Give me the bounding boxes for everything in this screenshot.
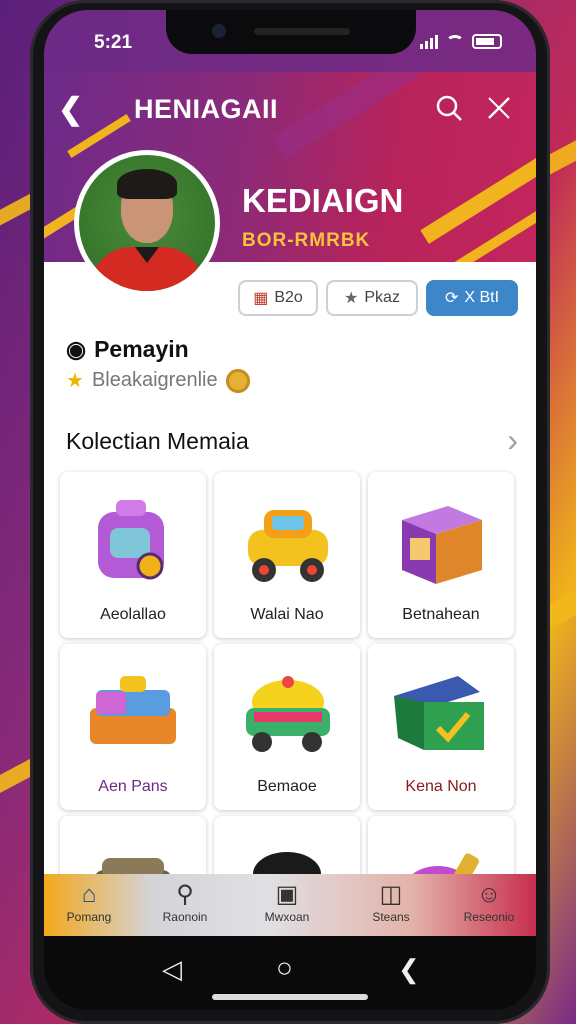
home-circle-icon[interactable]: ○	[276, 952, 293, 984]
search-icon[interactable]	[434, 94, 464, 124]
page-title: HENIAGAII	[134, 94, 279, 124]
camera-icon: ▣	[275, 881, 299, 908]
backpack-toy-icon	[98, 500, 164, 580]
star-icon: ★	[66, 370, 84, 392]
collection-item-label: Kena Non	[405, 778, 477, 795]
chip-label: X BtI	[464, 289, 500, 306]
wifi-icon	[446, 34, 464, 49]
chip-label: B2o	[274, 289, 303, 306]
back-triangle-icon[interactable]: ◁	[162, 954, 182, 985]
front-camera	[212, 24, 226, 38]
collection-item[interactable]: Bemaoe	[214, 644, 360, 810]
collection-item-label: Betnahean	[402, 606, 480, 623]
notch	[166, 10, 416, 54]
collection-item-label: Aeolallao	[100, 606, 166, 623]
home-icon: ⌂	[81, 881, 97, 908]
recents-icon[interactable]: ❮	[398, 954, 420, 985]
nav-item-search[interactable]: ⚲ Raonoin	[140, 880, 230, 924]
profile-content: ▦ B2o ★ Pkaz ⟳ X BtI ◉ Pemayin ★ Bleakai…	[44, 262, 536, 982]
edit-icon[interactable]	[484, 94, 514, 124]
back-icon[interactable]: ❮	[58, 92, 83, 127]
collection-item[interactable]: Aeolallao	[60, 472, 206, 638]
collection-item[interactable]: Betnahean	[368, 472, 514, 638]
collection-item[interactable]: Aen Pans	[60, 644, 206, 810]
collection-item[interactable]: Kena Non	[368, 644, 514, 810]
chevron-right-icon[interactable]: ›	[507, 422, 518, 459]
player-rank-text: Bleakaigrenlie	[91, 369, 218, 391]
coin-icon	[225, 368, 250, 393]
player-rank: ★ Bleakaigrenlie	[66, 368, 250, 393]
system-nav-bar: ◁ ○ ❮	[44, 936, 536, 1010]
status-icons	[420, 34, 502, 49]
collection-title: Kolectian Memaia	[66, 428, 249, 454]
phone-screen: 5:21 ❮ HENIAGAII KEDIAIGN BOR-RMRBK ▦ B2…	[44, 10, 536, 1010]
nav-item-profile[interactable]: ☺ Reseonio	[444, 880, 534, 924]
profile-name: KEDIAIGN	[242, 182, 404, 219]
user-icon: ☺	[476, 881, 502, 908]
nav-label: Steans	[372, 910, 410, 924]
collection-item-label: Walai Nao	[250, 606, 324, 623]
nav-label: Raonoin	[162, 910, 208, 924]
chip-stars[interactable]: ★ Pkaz	[326, 280, 418, 316]
bottom-nav: ⌂ Pomang ⚲ Raonoin ▣ Mwxoan ◫ Steans ☺ R…	[44, 874, 536, 936]
nav-item-camera[interactable]: ▣ Mwxoan	[242, 880, 332, 924]
profile-subtitle: BOR-RMRBK	[242, 230, 371, 251]
search-icon: ⚲	[176, 881, 194, 908]
chip-label: Pkaz	[364, 289, 400, 306]
crate-toy-icon	[402, 506, 482, 584]
car-toy-icon	[248, 510, 328, 582]
earpiece-speaker	[254, 28, 350, 35]
chip-action[interactable]: ⟳ X BtI	[426, 280, 518, 316]
controller-icon: ◉	[66, 336, 87, 362]
player-title: Pemayin	[94, 336, 189, 362]
box-toy-icon	[394, 676, 484, 750]
player-heading: ◉ Pemayin	[66, 336, 189, 363]
nav-label: Mwxoan	[264, 910, 310, 924]
nav-item-book[interactable]: ◫ Steans	[346, 880, 436, 924]
signal-icon	[420, 34, 438, 49]
train-toy-icon	[246, 676, 330, 752]
avatar[interactable]	[74, 150, 220, 296]
collection-item-label: Bemaoe	[257, 778, 317, 795]
home-indicator[interactable]	[212, 994, 368, 1000]
status-bar: 5:21	[44, 10, 536, 72]
chip-cards[interactable]: ▦ B2o	[238, 280, 318, 316]
star-icon: ★	[344, 290, 359, 307]
toolbox-toy-icon	[90, 676, 176, 744]
nav-label: Pomang	[66, 910, 112, 924]
status-time: 5:21	[94, 32, 133, 53]
card-icon: ▦	[253, 290, 269, 307]
battery-icon	[472, 34, 502, 49]
collection-item-label: Aen Pans	[98, 778, 168, 795]
refresh-icon: ⟳	[444, 290, 459, 307]
nav-label: Reseonio	[463, 910, 515, 924]
collection-item[interactable]: Walai Nao	[214, 472, 360, 638]
nav-item-home[interactable]: ⌂ Pomang	[44, 880, 134, 924]
top-bar: ❮ HENIAGAII	[44, 72, 536, 142]
book-icon: ◫	[379, 881, 403, 908]
